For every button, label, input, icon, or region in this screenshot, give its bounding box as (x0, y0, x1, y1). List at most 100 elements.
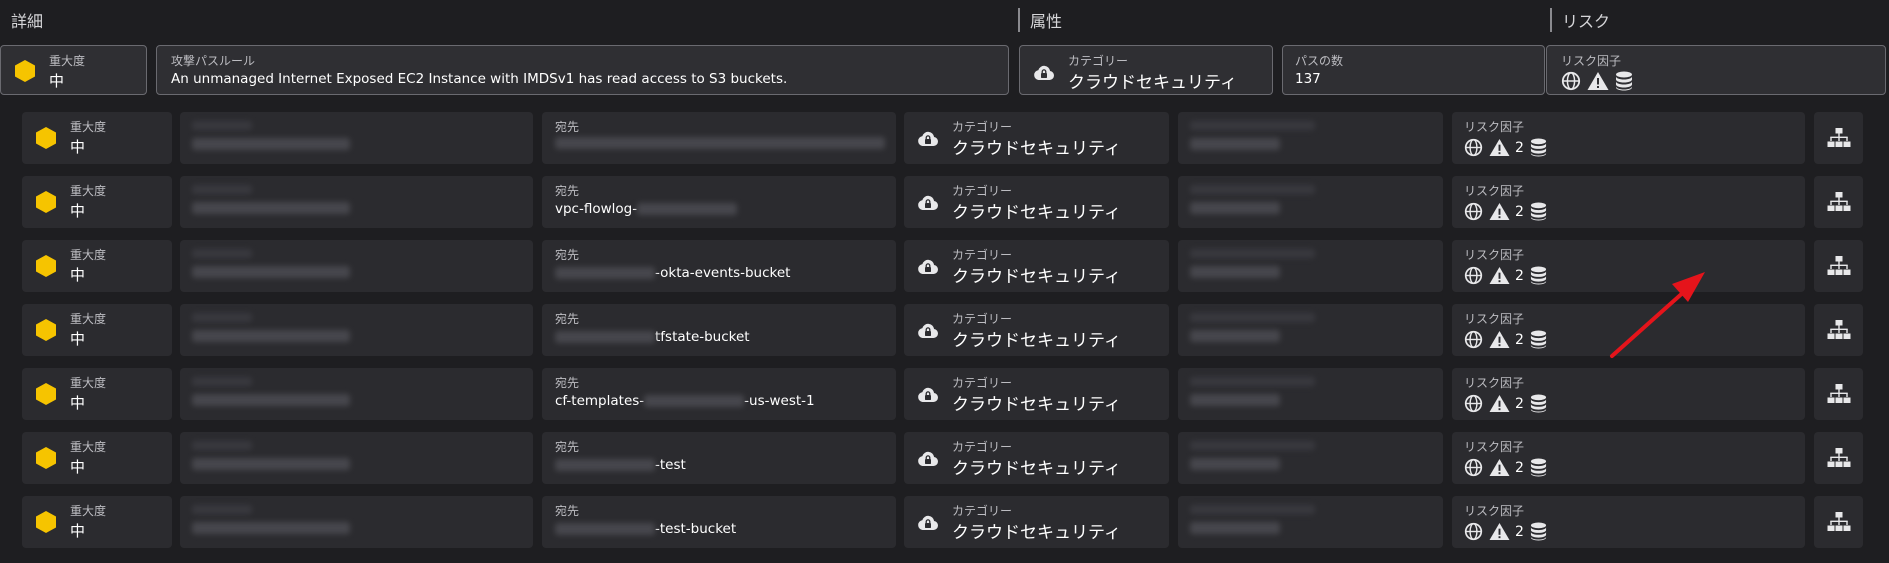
destination-label: 宛先 (555, 184, 580, 198)
redacted-destination-part (555, 331, 655, 343)
row-destination-card: 宛先 cf-templates- -us-west-1 (542, 368, 896, 420)
row-source-card (180, 176, 533, 228)
risk-count: 2 (1515, 267, 1524, 284)
rule-label: 攻撃パスルール (171, 54, 256, 68)
redacted-path-label (1190, 185, 1315, 194)
hexagon-icon (36, 191, 56, 213)
category-label: カテゴリー (952, 504, 1013, 518)
summary-risk-card: リスク因子 (1546, 45, 1886, 95)
database-icon (1530, 330, 1546, 349)
database-icon (1530, 138, 1546, 157)
category-label: カテゴリー (952, 184, 1013, 198)
view-attack-path-button[interactable] (1814, 432, 1863, 484)
warning-icon (1489, 522, 1510, 541)
severity-label: 重大度 (70, 376, 107, 390)
tree-icon (1827, 512, 1850, 531)
destination-suffix: -us-west-1 (744, 393, 815, 409)
hexagon-icon (36, 255, 56, 277)
hexagon-icon (36, 319, 56, 341)
risk-label: リスク因子 (1561, 54, 1622, 68)
category-value: クラウドセキュリティ (952, 395, 1121, 415)
risk-count: 2 (1515, 523, 1524, 540)
globe-icon (1464, 522, 1483, 541)
section-header-risk: リスク (1550, 8, 1610, 32)
category-value: クラウドセキュリティ (952, 331, 1121, 351)
path-count-label: パスの数 (1295, 54, 1344, 68)
destination-label: 宛先 (555, 120, 580, 134)
tree-icon (1827, 320, 1850, 339)
rule-value: An unmanaged Internet Exposed EC2 Instan… (171, 71, 788, 87)
redacted-path-value (1190, 266, 1280, 278)
tree-icon (1827, 448, 1850, 467)
redacted-destination-part (555, 267, 655, 279)
cloud-lock-icon (918, 387, 939, 402)
view-attack-path-button[interactable] (1814, 176, 1863, 228)
category-label: カテゴリー (1068, 54, 1129, 68)
cloud-lock-icon (918, 451, 939, 466)
destination-value: tfstate-bucket (555, 329, 750, 345)
category-label: カテゴリー (952, 376, 1013, 390)
destination-value (555, 137, 885, 149)
summary-category-card: カテゴリー クラウドセキュリティ (1019, 45, 1273, 95)
destination-suffix: -okta-events-bucket (655, 265, 791, 281)
view-attack-path-button[interactable] (1814, 240, 1863, 292)
warning-icon (1489, 202, 1510, 221)
redacted-source-value (192, 522, 350, 534)
redacted-source-value (192, 458, 350, 470)
path-count-value: 137 (1295, 71, 1321, 87)
redacted-path-value (1190, 138, 1280, 150)
destination-label: 宛先 (555, 440, 580, 454)
severity-value: 中 (70, 458, 86, 476)
severity-value: 中 (70, 138, 86, 156)
row-path-info-card (1178, 304, 1443, 356)
redacted-source-value (192, 266, 350, 278)
summary-severity-card: 重大度 中 (0, 45, 147, 95)
row-destination-card: 宛先 vpc-flowlog- (542, 176, 896, 228)
redacted-path-value (1190, 202, 1280, 214)
view-attack-path-button[interactable] (1814, 496, 1863, 548)
database-icon (1530, 458, 1546, 477)
warning-icon (1587, 72, 1609, 90)
risk-label: リスク因子 (1464, 504, 1525, 518)
row-path-info-card (1178, 496, 1443, 548)
redacted-destination-part (644, 395, 745, 407)
risk-count: 2 (1515, 139, 1524, 156)
severity-label: 重大度 (70, 440, 107, 454)
tree-icon (1827, 384, 1850, 403)
row-path-info-card (1178, 240, 1443, 292)
category-label: カテゴリー (952, 248, 1013, 262)
category-value: クラウドセキュリティ (952, 523, 1121, 543)
globe-icon (1464, 202, 1483, 221)
destination-suffix: -test-bucket (655, 521, 737, 537)
row-path-info-card (1178, 368, 1443, 420)
row-path-info-card (1178, 176, 1443, 228)
database-icon (1616, 71, 1632, 91)
row-category-card: カテゴリー クラウドセキュリティ (904, 112, 1169, 164)
view-attack-path-button[interactable] (1814, 112, 1863, 164)
view-attack-path-button[interactable] (1814, 304, 1863, 356)
warning-icon (1489, 138, 1510, 157)
risk-label: リスク因子 (1464, 248, 1525, 262)
destination-label: 宛先 (555, 248, 580, 262)
severity-label: 重大度 (70, 120, 107, 134)
row-category-card: カテゴリー クラウドセキュリティ (904, 240, 1169, 292)
tree-icon (1827, 128, 1850, 147)
warning-icon (1489, 458, 1510, 477)
warning-icon (1489, 330, 1510, 349)
row-path-info-card (1178, 112, 1443, 164)
view-attack-path-button[interactable] (1814, 368, 1863, 420)
row-severity-card: 重大度 中 (22, 304, 172, 356)
row-risk-card: リスク因子 2 (1452, 368, 1805, 420)
risk-label: リスク因子 (1464, 440, 1525, 454)
risk-label: リスク因子 (1464, 184, 1525, 198)
category-value: クラウドセキュリティ (952, 267, 1121, 287)
redacted-destination-part (637, 203, 738, 215)
globe-icon (1464, 394, 1483, 413)
row-source-card (180, 496, 533, 548)
row-risk-card: リスク因子 2 (1452, 240, 1805, 292)
severity-label: 重大度 (70, 504, 107, 518)
hexagon-icon (15, 60, 35, 82)
severity-value: 中 (49, 72, 65, 90)
hexagon-icon (36, 447, 56, 469)
cloud-lock-icon (918, 323, 939, 338)
